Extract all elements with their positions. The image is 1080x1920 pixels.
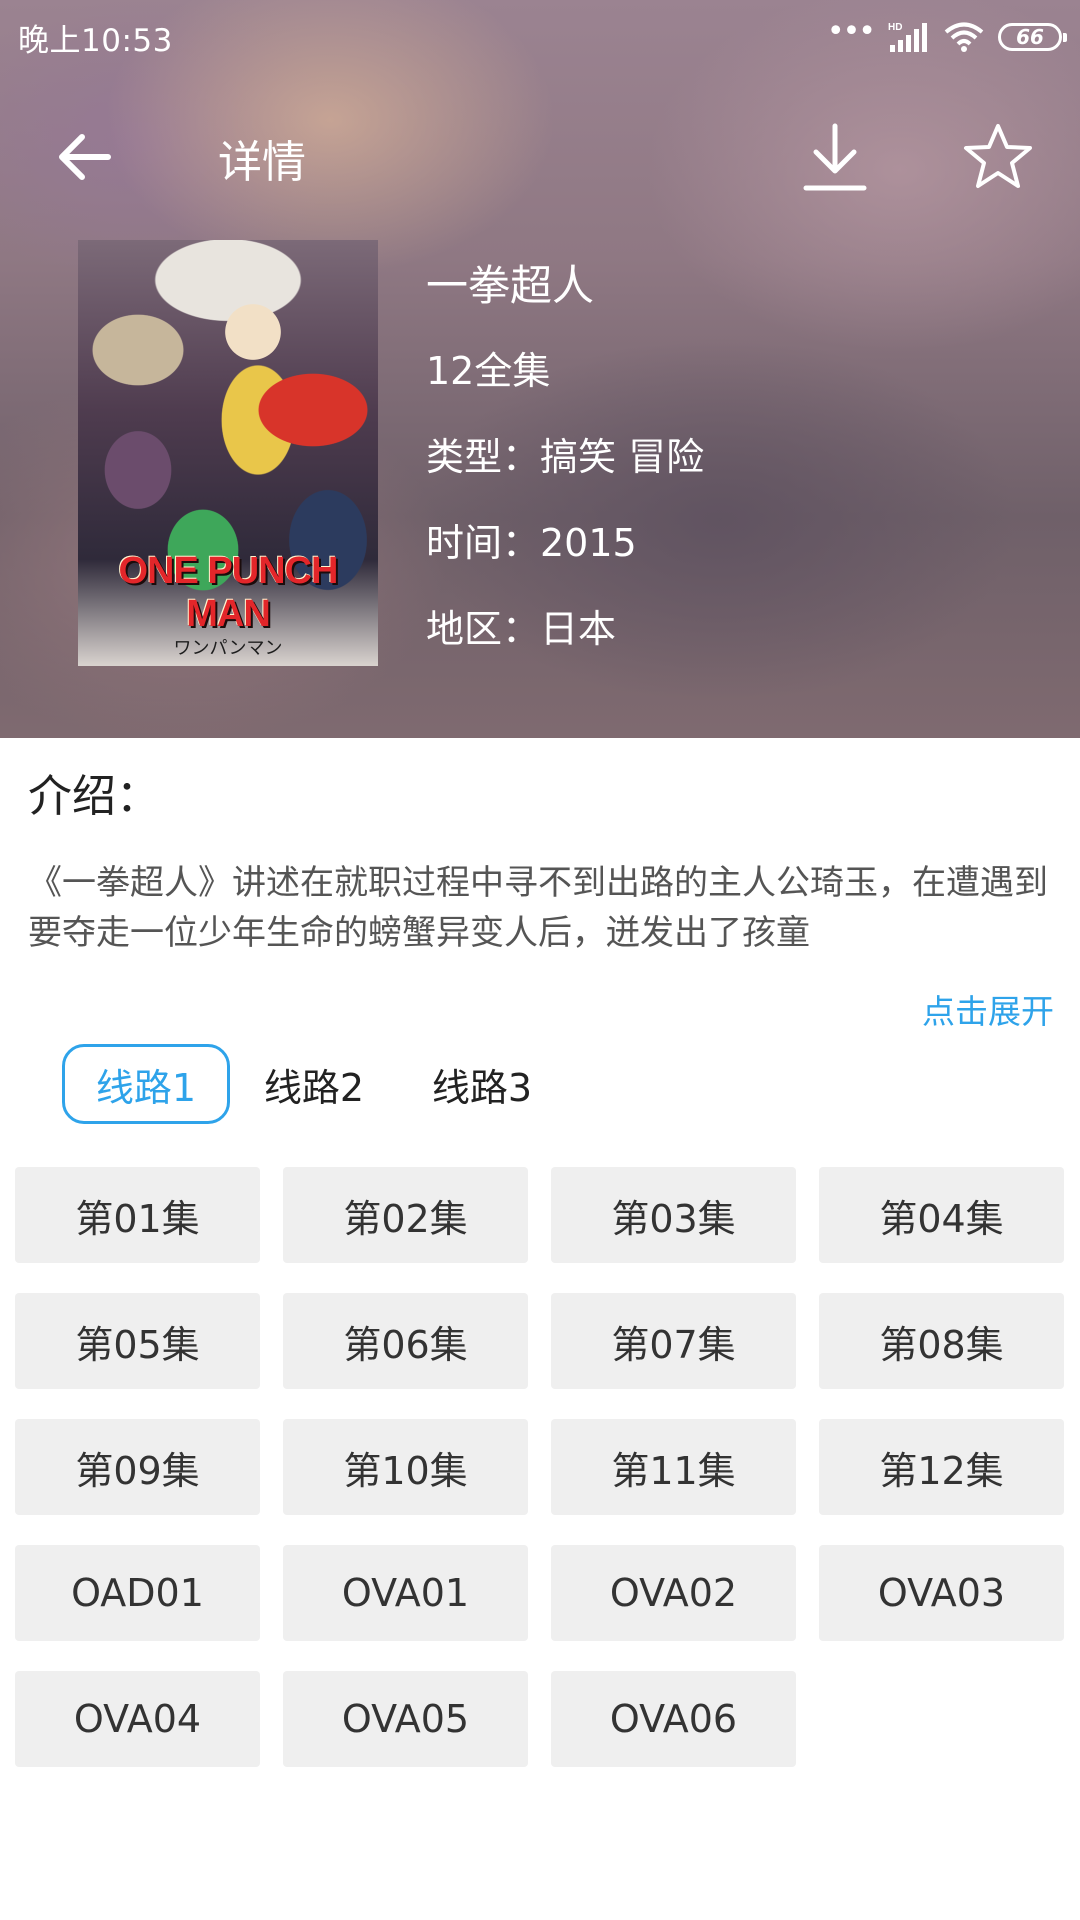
intro-text: 《一拳超人》讲述在就职过程中寻不到出路的主人公琦玉，在遭遇到要夺走一位少年生命的… bbox=[28, 863, 1048, 953]
year-label: 时间：2015 bbox=[426, 521, 637, 565]
genre-label: 类型：搞笑 冒险 bbox=[426, 435, 705, 479]
more-dots-icon: ••• bbox=[826, 14, 876, 49]
region-label: 地区：日本 bbox=[426, 607, 617, 651]
episode-button[interactable]: 第09集 bbox=[15, 1419, 260, 1515]
svg-text:HD: HD bbox=[888, 22, 902, 33]
tab-route-2[interactable]: 线路2 bbox=[230, 1044, 398, 1124]
poster-subtitle: ワンパンマン bbox=[173, 638, 283, 659]
battery-level: 66 bbox=[1016, 25, 1044, 49]
episode-button[interactable]: 第06集 bbox=[283, 1293, 528, 1389]
episode-button[interactable]: 第08集 bbox=[819, 1293, 1064, 1389]
tab-route-1[interactable]: 线路1 bbox=[62, 1044, 230, 1124]
battery-icon: 66 bbox=[998, 23, 1067, 51]
episode-button[interactable]: 第07集 bbox=[551, 1293, 796, 1389]
episode-grid: 第01集 第02集 第03集 第04集 第05集 第06集 第07集 第08集 … bbox=[15, 1167, 1065, 1767]
anime-title: 一拳超人 bbox=[426, 261, 595, 310]
header-hero: 晚上10:53 ••• HD 66 详情 ONE PUNCH MAN ワンパンマ… bbox=[0, 0, 1080, 738]
tab-route-3[interactable]: 线路3 bbox=[398, 1044, 566, 1124]
episode-button[interactable]: 第10集 bbox=[283, 1419, 528, 1515]
episode-button[interactable]: 第03集 bbox=[551, 1167, 796, 1263]
episode-button[interactable]: 第12集 bbox=[819, 1419, 1064, 1515]
episode-button[interactable]: 第04集 bbox=[819, 1167, 1064, 1263]
status-icons: ••• HD 66 bbox=[827, 17, 1067, 53]
star-outline-icon[interactable] bbox=[962, 120, 1034, 192]
download-icon[interactable] bbox=[800, 120, 870, 196]
expand-intro-link[interactable]: 点击展开 bbox=[922, 985, 1054, 1033]
route-tabs: 线路1 线路2 线路3 bbox=[62, 1044, 566, 1124]
toolbar: 详情 bbox=[0, 100, 1080, 210]
episode-button[interactable]: OVA05 bbox=[283, 1671, 528, 1767]
episode-button[interactable]: OAD01 bbox=[15, 1545, 260, 1641]
anime-info: 一拳超人 12全集 类型：搞笑 冒险 时间：2015 地区：日本 bbox=[426, 252, 705, 651]
episode-button[interactable]: OVA04 bbox=[15, 1671, 260, 1767]
episode-button[interactable]: 第01集 bbox=[15, 1167, 260, 1263]
episode-button[interactable]: 第05集 bbox=[15, 1293, 260, 1389]
poster-logo: ONE PUNCH MAN bbox=[118, 550, 338, 635]
episode-button[interactable]: OVA01 bbox=[283, 1545, 528, 1641]
episode-count: 12全集 bbox=[426, 349, 551, 393]
wifi-icon bbox=[944, 22, 984, 52]
cellular-signal-icon: HD bbox=[888, 22, 927, 52]
anime-poster: ONE PUNCH MAN ワンパンマン bbox=[78, 240, 378, 666]
episode-button[interactable]: 第02集 bbox=[283, 1167, 528, 1263]
status-time: 晚上10:53 bbox=[18, 22, 173, 59]
episode-button[interactable]: OVA03 bbox=[819, 1545, 1064, 1641]
episode-button[interactable]: OVA06 bbox=[551, 1671, 796, 1767]
intro-heading: 介绍： bbox=[28, 771, 160, 822]
back-arrow-icon[interactable] bbox=[50, 122, 120, 192]
status-bar: 晚上10:53 ••• HD 66 bbox=[0, 0, 1080, 74]
episode-button[interactable]: OVA02 bbox=[551, 1545, 796, 1641]
page-title: 详情 bbox=[218, 137, 306, 188]
episode-button[interactable]: 第11集 bbox=[551, 1419, 796, 1515]
